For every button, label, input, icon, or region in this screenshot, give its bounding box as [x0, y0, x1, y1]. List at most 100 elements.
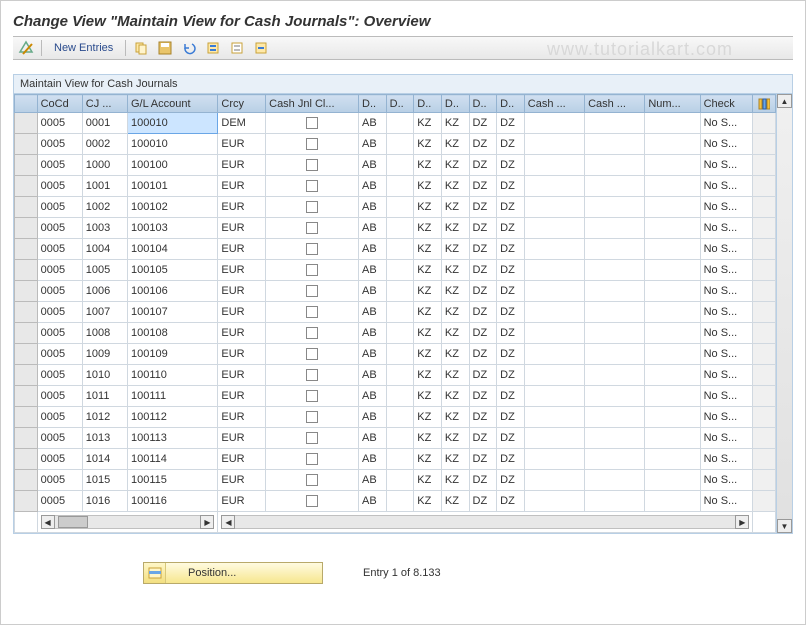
cell-d6[interactable]: DZ [497, 155, 525, 176]
cell-cash2[interactable] [585, 134, 645, 155]
cell-d3[interactable]: KZ [414, 134, 442, 155]
cell-cash1[interactable] [524, 449, 584, 470]
cell-d6[interactable]: DZ [497, 281, 525, 302]
cell-d5[interactable]: DZ [469, 344, 497, 365]
cell-d2[interactable] [386, 218, 414, 239]
checkbox[interactable] [306, 411, 318, 423]
cell-crcy[interactable]: EUR [218, 302, 266, 323]
cell-d4[interactable]: KZ [441, 218, 469, 239]
table-row[interactable]: 00051005100105EURABKZKZDZDZNo S... [15, 260, 776, 281]
cell-d6[interactable]: DZ [497, 449, 525, 470]
cell-check[interactable]: No S... [700, 449, 753, 470]
checkbox[interactable] [306, 453, 318, 465]
cell-crcy[interactable]: EUR [218, 323, 266, 344]
cell-cocd[interactable]: 0005 [37, 470, 82, 491]
cell-d1[interactable]: AB [359, 113, 387, 134]
cell-d5[interactable]: DZ [469, 260, 497, 281]
row-selector[interactable] [15, 470, 38, 491]
checkbox[interactable] [306, 495, 318, 507]
cell-cash1[interactable] [524, 218, 584, 239]
row-selector[interactable] [15, 134, 38, 155]
cell-num[interactable] [645, 239, 700, 260]
col-cjcl[interactable]: Cash Jnl Cl... [266, 95, 359, 113]
cell-d6[interactable]: DZ [497, 470, 525, 491]
select-all-icon[interactable] [204, 39, 222, 57]
cell-cash2[interactable] [585, 197, 645, 218]
col-cash1[interactable]: Cash ... [524, 95, 584, 113]
cell-d3[interactable]: KZ [414, 281, 442, 302]
cell-d2[interactable] [386, 344, 414, 365]
cell-cash2[interactable] [585, 113, 645, 134]
cell-num[interactable] [645, 449, 700, 470]
cell-d4[interactable]: KZ [441, 260, 469, 281]
cell-cocd[interactable]: 0005 [37, 323, 82, 344]
table-row[interactable]: 00051009100109EURABKZKZDZDZNo S... [15, 344, 776, 365]
cell-gl[interactable]: 100110 [128, 365, 218, 386]
cell-d4[interactable]: KZ [441, 386, 469, 407]
cell-cj[interactable]: 1011 [82, 386, 127, 407]
cell-d3[interactable]: KZ [414, 365, 442, 386]
cell-d4[interactable]: KZ [441, 239, 469, 260]
checkbox[interactable] [306, 117, 318, 129]
cell-cocd[interactable]: 0005 [37, 281, 82, 302]
checkbox[interactable] [306, 369, 318, 381]
cell-cash2[interactable] [585, 218, 645, 239]
cell-cash2[interactable] [585, 470, 645, 491]
cell-cjcl[interactable] [266, 449, 359, 470]
cell-cocd[interactable]: 0005 [37, 407, 82, 428]
checkbox[interactable] [306, 201, 318, 213]
cell-d5[interactable]: DZ [469, 491, 497, 512]
cell-d6[interactable]: DZ [497, 134, 525, 155]
cell-cj[interactable]: 1007 [82, 302, 127, 323]
cell-gl[interactable]: 100104 [128, 239, 218, 260]
cell-cocd[interactable]: 0005 [37, 302, 82, 323]
cell-cash2[interactable] [585, 239, 645, 260]
cell-cjcl[interactable] [266, 428, 359, 449]
checkbox[interactable] [306, 432, 318, 444]
cell-d4[interactable]: KZ [441, 155, 469, 176]
cell-d2[interactable] [386, 113, 414, 134]
cell-d2[interactable] [386, 407, 414, 428]
cell-d1[interactable]: AB [359, 491, 387, 512]
cell-cocd[interactable]: 0005 [37, 239, 82, 260]
cell-d4[interactable]: KZ [441, 281, 469, 302]
cell-d5[interactable]: DZ [469, 386, 497, 407]
checkbox[interactable] [306, 243, 318, 255]
cell-check[interactable]: No S... [700, 365, 753, 386]
cell-check[interactable]: No S... [700, 470, 753, 491]
row-selector[interactable] [15, 407, 38, 428]
cell-d3[interactable]: KZ [414, 113, 442, 134]
cell-gl[interactable]: 100103 [128, 218, 218, 239]
col-gl[interactable]: G/L Account [128, 95, 218, 113]
cell-cj[interactable]: 1006 [82, 281, 127, 302]
cell-d3[interactable]: KZ [414, 449, 442, 470]
row-selector[interactable] [15, 281, 38, 302]
row-selector[interactable] [15, 491, 38, 512]
cell-d6[interactable]: DZ [497, 218, 525, 239]
cell-check[interactable]: No S... [700, 197, 753, 218]
vscroll-up-btn[interactable]: ▲ [777, 94, 792, 108]
hscroll-left-thumb[interactable] [58, 516, 88, 528]
row-selector[interactable] [15, 239, 38, 260]
cell-crcy[interactable]: EUR [218, 470, 266, 491]
cell-d2[interactable] [386, 281, 414, 302]
cell-num[interactable] [645, 365, 700, 386]
cell-num[interactable] [645, 344, 700, 365]
cell-cj[interactable]: 1003 [82, 218, 127, 239]
cell-d4[interactable]: KZ [441, 407, 469, 428]
cell-cash1[interactable] [524, 323, 584, 344]
cell-num[interactable] [645, 260, 700, 281]
cell-cjcl[interactable] [266, 386, 359, 407]
cell-d1[interactable]: AB [359, 302, 387, 323]
cell-d3[interactable]: KZ [414, 323, 442, 344]
cell-cocd[interactable]: 0005 [37, 365, 82, 386]
cell-num[interactable] [645, 218, 700, 239]
cell-d5[interactable]: DZ [469, 365, 497, 386]
cell-d3[interactable]: KZ [414, 260, 442, 281]
cell-crcy[interactable]: EUR [218, 134, 266, 155]
cell-num[interactable] [645, 386, 700, 407]
new-entries-button[interactable]: New Entries [48, 42, 119, 54]
cell-check[interactable]: No S... [700, 491, 753, 512]
cell-cjcl[interactable] [266, 365, 359, 386]
cell-cash1[interactable] [524, 302, 584, 323]
